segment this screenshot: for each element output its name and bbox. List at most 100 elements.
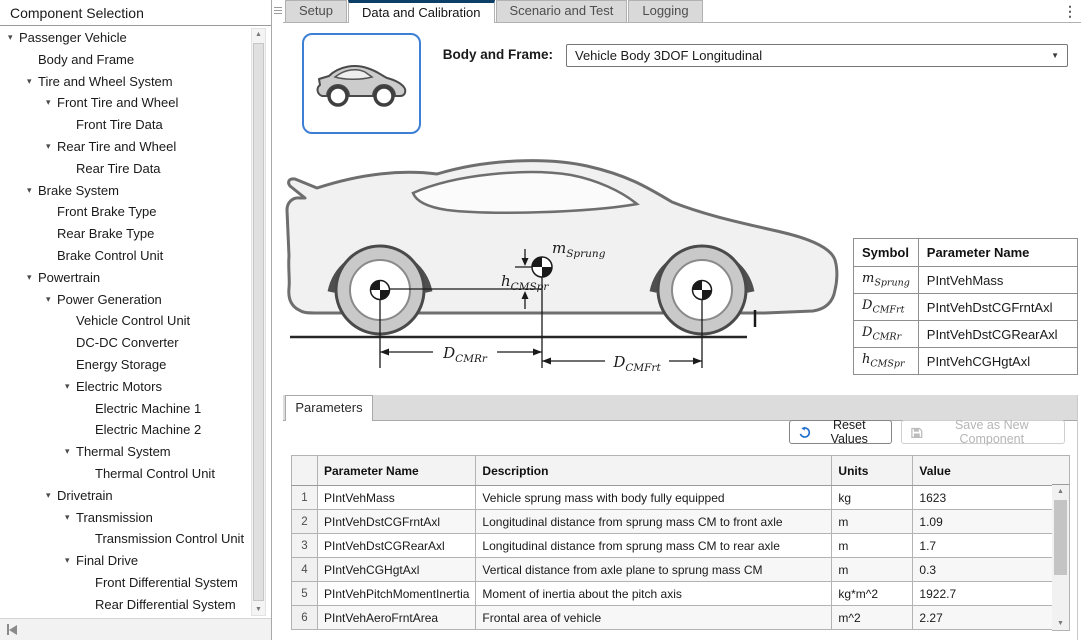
reset-values-button[interactable]: Reset Values bbox=[789, 420, 892, 444]
param-cell-value[interactable]: 1623 bbox=[913, 486, 1061, 510]
param-cell-parameter-name[interactable]: PIntVehDstCGRearAxl bbox=[318, 534, 476, 558]
tree-item-final-drive[interactable]: ▾Final Drive bbox=[0, 550, 250, 572]
tree-item-rear-differential-system[interactable]: Rear Differential System bbox=[0, 594, 250, 616]
tree-item-drivetrain[interactable]: ▾Drivetrain bbox=[0, 485, 250, 507]
row-number[interactable]: 3 bbox=[292, 534, 318, 558]
tree-item-power-generation[interactable]: ▾Power Generation bbox=[0, 289, 250, 311]
tree-expand-icon[interactable]: ▾ bbox=[46, 136, 57, 158]
tree-item-dc-dc-converter[interactable]: DC-DC Converter bbox=[0, 332, 250, 354]
overflow-menu-icon[interactable]: ⋮ bbox=[1062, 2, 1078, 20]
tree-expand-icon[interactable]: ▾ bbox=[65, 507, 76, 529]
param-cell-description[interactable]: Vehicle sprung mass with body fully equi… bbox=[476, 486, 832, 510]
param-row[interactable]: 4PIntVehCGHgtAxlVertical distance from a… bbox=[292, 558, 1061, 582]
tab-data-and-calibration[interactable]: Data and Calibration bbox=[348, 0, 495, 23]
tree-item-brake-system[interactable]: ▾Brake System bbox=[0, 180, 250, 202]
tree-item-powertrain[interactable]: ▾Powertrain bbox=[0, 267, 250, 289]
param-cell-units[interactable]: kg*m^2 bbox=[832, 582, 913, 606]
tree-item-vehicle-control-unit[interactable]: Vehicle Control Unit bbox=[0, 310, 250, 332]
param-row[interactable]: 2PIntVehDstCGFrntAxlLongitudinal distanc… bbox=[292, 510, 1061, 534]
tree-item-transmission[interactable]: ▾Transmission bbox=[0, 507, 250, 529]
param-cell-value[interactable]: 1.7 bbox=[913, 534, 1061, 558]
splitter-grip-icon[interactable] bbox=[274, 5, 282, 16]
scroll-down-icon[interactable]: ▼ bbox=[1052, 620, 1069, 627]
tree-item-front-differential-system[interactable]: Front Differential System bbox=[0, 572, 250, 594]
panel-splitter[interactable] bbox=[271, 0, 272, 640]
param-cell-parameter-name[interactable]: PIntVehDstCGFrntAxl bbox=[318, 510, 476, 534]
param-cell-value[interactable]: 0.3 bbox=[913, 558, 1061, 582]
tree-item-front-tire-data[interactable]: Front Tire Data bbox=[0, 114, 250, 136]
tree-item-label: Electric Motors bbox=[76, 376, 162, 398]
param-row[interactable]: 6PIntVehAeroFrntAreaFrontal area of vehi… bbox=[292, 606, 1061, 630]
tree-item-rear-brake-type[interactable]: Rear Brake Type bbox=[0, 223, 250, 245]
param-cell-value[interactable]: 1922.7 bbox=[913, 582, 1061, 606]
tree-item-brake-control-unit[interactable]: Brake Control Unit bbox=[0, 245, 250, 267]
param-row[interactable]: 3PIntVehDstCGRearAxlLongitudinal distanc… bbox=[292, 534, 1061, 558]
tree-expand-icon[interactable]: ▾ bbox=[46, 92, 57, 114]
param-cell-description[interactable]: Longitudinal distance from sprung mass C… bbox=[476, 534, 832, 558]
tab-parameters[interactable]: Parameters bbox=[285, 395, 373, 421]
row-number[interactable]: 5 bbox=[292, 582, 318, 606]
tree-item-rear-tire-and-wheel[interactable]: ▾Rear Tire and Wheel bbox=[0, 136, 250, 158]
tree-item-electric-motors[interactable]: ▾Electric Motors bbox=[0, 376, 250, 398]
tree-expand-icon[interactable]: ▾ bbox=[46, 289, 57, 311]
param-cell-parameter-name[interactable]: PIntVehPitchMomentInertia bbox=[318, 582, 476, 606]
param-cell-description[interactable]: Frontal area of vehicle bbox=[476, 606, 832, 630]
param-cell-units[interactable]: m bbox=[832, 510, 913, 534]
row-number[interactable]: 4 bbox=[292, 558, 318, 582]
param-cell-units[interactable]: m bbox=[832, 534, 913, 558]
scrollbar-thumb[interactable] bbox=[253, 43, 264, 601]
tree-expand-icon[interactable]: ▾ bbox=[65, 550, 76, 572]
body-frame-dropdown[interactable]: Vehicle Body 3DOF Longitudinal ▼ bbox=[566, 44, 1068, 67]
param-cell-value[interactable]: 2.27 bbox=[913, 606, 1061, 630]
tab-setup[interactable]: Setup bbox=[285, 0, 347, 22]
vehicle-type-button[interactable] bbox=[302, 33, 421, 134]
tree-item-front-tire-and-wheel[interactable]: ▾Front Tire and Wheel bbox=[0, 92, 250, 114]
tree-expand-icon[interactable]: ▾ bbox=[8, 27, 19, 49]
param-cell-parameter-name[interactable]: PIntVehMass bbox=[318, 486, 476, 510]
param-cell-description[interactable]: Vertical distance from axle plane to spr… bbox=[476, 558, 832, 582]
panel-right-border bbox=[1077, 395, 1078, 640]
tree-item-passenger-vehicle[interactable]: ▾Passenger Vehicle bbox=[0, 27, 250, 49]
scrollbar-thumb[interactable] bbox=[1054, 500, 1067, 575]
param-row[interactable]: 5PIntVehPitchMomentInertiaMoment of iner… bbox=[292, 582, 1061, 606]
param-cell-parameter-name[interactable]: PIntVehCGHgtAxl bbox=[318, 558, 476, 582]
param-cell-parameter-name[interactable]: PIntVehAeroFrntArea bbox=[318, 606, 476, 630]
tree-item-energy-storage[interactable]: Energy Storage bbox=[0, 354, 250, 376]
param-cell-units[interactable]: kg bbox=[832, 486, 913, 510]
symbol-column-header: Symbol bbox=[854, 239, 919, 267]
tab-scenario-and-test[interactable]: Scenario and Test bbox=[496, 0, 628, 22]
tree-expand-icon[interactable]: ▾ bbox=[65, 376, 76, 398]
scroll-down-icon[interactable]: ▼ bbox=[252, 606, 265, 613]
scroll-up-icon[interactable]: ▲ bbox=[252, 31, 265, 38]
tree-item-electric-machine-1[interactable]: Electric Machine 1 bbox=[0, 398, 250, 420]
param-row[interactable]: 1PIntVehMassVehicle sprung mass with bod… bbox=[292, 486, 1061, 510]
tree-item-thermal-system[interactable]: ▾Thermal System bbox=[0, 441, 250, 463]
tree-item-body-and-frame[interactable]: Body and Frame bbox=[0, 49, 250, 71]
row-number[interactable]: 1 bbox=[292, 486, 318, 510]
table-scrollbar[interactable]: ▲ ▼ bbox=[1052, 485, 1070, 631]
save-as-new-component-button[interactable]: Save as New Component bbox=[901, 420, 1065, 444]
tree-expand-icon[interactable]: ▾ bbox=[65, 441, 76, 463]
tree-item-rear-tire-data[interactable]: Rear Tire Data bbox=[0, 158, 250, 180]
tree-item-transmission-control-unit[interactable]: Transmission Control Unit bbox=[0, 528, 250, 550]
scroll-up-icon[interactable]: ▲ bbox=[1052, 488, 1069, 495]
param-cell-units[interactable]: m bbox=[832, 558, 913, 582]
param-cell-description[interactable]: Longitudinal distance from sprung mass C… bbox=[476, 510, 832, 534]
row-number[interactable]: 2 bbox=[292, 510, 318, 534]
tree-expand-icon[interactable]: ▾ bbox=[27, 71, 38, 93]
tree-item-label: Vehicle Control Unit bbox=[76, 310, 190, 332]
tree-item-electric-machine-2[interactable]: Electric Machine 2 bbox=[0, 419, 250, 441]
param-cell-value[interactable]: 1.09 bbox=[913, 510, 1061, 534]
param-cell-units[interactable]: m^2 bbox=[832, 606, 913, 630]
tree-scrollbar[interactable]: ▲ ▼ bbox=[251, 28, 266, 616]
tab-logging[interactable]: Logging bbox=[628, 0, 702, 22]
tree-item-thermal-control-unit[interactable]: Thermal Control Unit bbox=[0, 463, 250, 485]
row-number[interactable]: 6 bbox=[292, 606, 318, 630]
tree-item-tire-and-wheel-system[interactable]: ▾Tire and Wheel System bbox=[0, 71, 250, 93]
tree-expand-icon[interactable]: ▾ bbox=[27, 180, 38, 202]
tree-expand-icon[interactable]: ▾ bbox=[27, 267, 38, 289]
tree-item-front-brake-type[interactable]: Front Brake Type bbox=[0, 201, 250, 223]
tree-expand-icon[interactable]: ▾ bbox=[46, 485, 57, 507]
param-cell-description[interactable]: Moment of inertia about the pitch axis bbox=[476, 582, 832, 606]
collapse-panel-icon[interactable] bbox=[7, 624, 17, 635]
